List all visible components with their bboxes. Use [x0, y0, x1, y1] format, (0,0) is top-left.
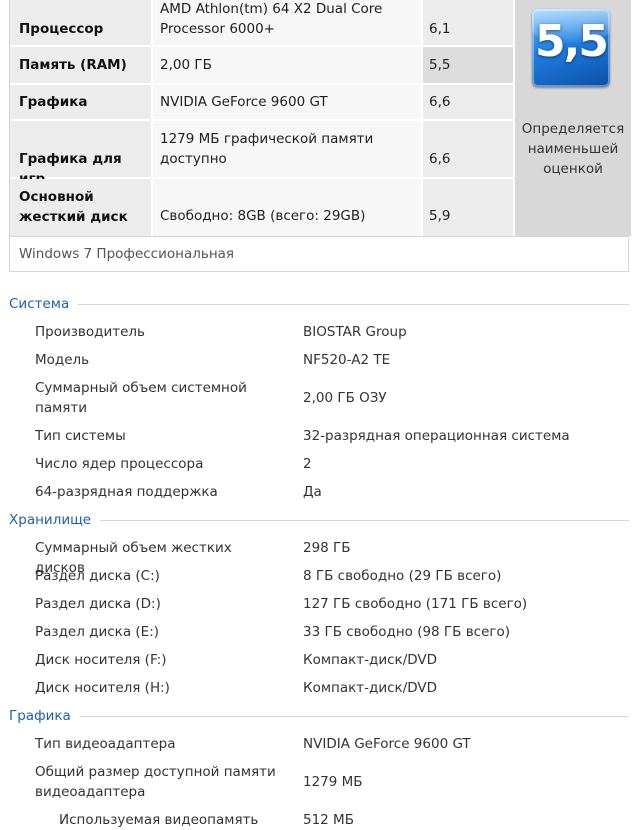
section-divider — [9, 520, 629, 521]
component-details: 2,00 ГБ — [160, 57, 212, 73]
property-value: Компакт-диск/DVD — [303, 652, 438, 668]
rating-row-processor: Процессор AMD Athlon(tm) 64 X2 Dual Core… — [10, 0, 513, 45]
property-value: 33 ГБ свободно (98 ГБ всего) — [303, 624, 511, 640]
rating-cell-details: Свободно: 8GB (всего: 29GB) — [153, 179, 421, 236]
property-label: 64-разрядная поддержка — [35, 484, 218, 500]
rating-row-gaming-graphics: Графика для игр 1279 МБ графической памя… — [10, 121, 513, 187]
property-value: 32-разрядная операционная система — [303, 428, 570, 444]
property-label: Производитель — [35, 324, 146, 340]
rating-cell-score: 5,9 — [423, 179, 513, 236]
property-value: Компакт-диск/DVD — [303, 680, 438, 696]
component-score: 6,6 — [429, 94, 451, 110]
section-divider — [9, 304, 629, 305]
rating-cell-details: NVIDIA GeForce 9600 GT — [153, 85, 421, 119]
rating-cell-details: AMD Athlon(tm) 64 X2 Dual Core Processor… — [153, 0, 421, 45]
component-details: 1279 МБ графической памяти доступно — [160, 131, 374, 167]
performance-rating-table: Процессор AMD Athlon(tm) 64 X2 Dual Core… — [9, 0, 631, 272]
rating-cell-details: 2,00 ГБ — [153, 47, 421, 83]
section-title: Графика — [9, 706, 80, 726]
property-label: Тип видеоадаптера — [35, 736, 176, 752]
rating-cell-score: 5,5 — [423, 47, 513, 83]
component-details: AMD Athlon(tm) 64 X2 Dual Core Processor… — [160, 1, 383, 37]
component-score: 6,1 — [429, 21, 451, 37]
rating-cell-score: 6,6 — [423, 121, 513, 177]
rating-row-primary-disk: Основной жесткий диск Свободно: 8GB (все… — [10, 179, 513, 236]
component-details: NVIDIA GeForce 9600 GT — [160, 94, 328, 110]
component-score: 5,9 — [429, 208, 451, 224]
property-value: 8 ГБ свободно (29 ГБ всего) — [303, 568, 502, 584]
property-value: NF520-A2 TE — [303, 352, 391, 368]
base-score-badge-icon: 5,5 — [532, 9, 610, 87]
property-value: 512 МБ — [303, 812, 354, 828]
rating-cell-score: 6,1 — [423, 0, 513, 45]
property-label: Диск носителя (H:) — [35, 680, 170, 696]
property-value: 298 ГБ — [303, 540, 351, 556]
property-value: 2 — [303, 456, 312, 472]
property-value: 127 ГБ свободно (171 ГБ всего) — [303, 596, 528, 612]
rating-cell-component: Процессор — [10, 0, 151, 45]
rating-cell-component: Память (RAM) — [10, 47, 151, 83]
component-details: Свободно: 8GB (всего: 29GB) — [160, 208, 366, 224]
section-divider — [9, 716, 629, 717]
rating-cell-component: Графика для игр — [10, 121, 151, 187]
section-header-system: Система — [9, 294, 629, 314]
rating-row-graphics: Графика NVIDIA GeForce 9600 GT 6,6 — [10, 85, 513, 119]
rating-cell-details: 1279 МБ графической памяти доступно — [153, 121, 421, 177]
component-label: Графика — [19, 94, 88, 110]
base-score-panel: 5,5 Определяется наименьшей оценкой — [513, 0, 631, 236]
property-value: NVIDIA GeForce 9600 GT — [303, 736, 471, 752]
property-label: Используемая видеопамять — [59, 812, 259, 828]
component-label: Основной жесткий диск — [19, 189, 128, 225]
windows-edition: Windows 7 Профессиональная — [10, 236, 628, 271]
section-title: Хранилище — [9, 510, 101, 530]
base-score-note: Определяется наименьшей оценкой — [521, 121, 625, 177]
base-score-value: 5,5 — [535, 16, 609, 67]
component-score: 5,5 — [429, 57, 451, 73]
property-value: 2,00 ГБ ОЗУ — [303, 390, 387, 406]
property-value: BIOSTAR Group — [303, 324, 407, 340]
component-label: Память (RAM) — [19, 57, 127, 73]
property-value: 1279 МБ — [303, 774, 363, 790]
property-value: Да — [303, 484, 322, 500]
property-label: Суммарный объем системной памяти — [35, 380, 247, 416]
property-label: Число ядер процессора — [35, 456, 204, 472]
property-label: Раздел диска (E:) — [35, 624, 160, 640]
property-label: Модель — [35, 352, 90, 368]
rating-cell-component: Основной жесткий диск — [10, 179, 151, 236]
rating-row-memory: Память (RAM) 2,00 ГБ 5,5 — [10, 47, 513, 83]
section-title: Система — [9, 294, 79, 314]
property-label: Общий размер доступной памяти видеоадапт… — [35, 764, 276, 800]
property-label: Раздел диска (D:) — [35, 596, 161, 612]
section-header-graphics: Графика — [9, 706, 629, 726]
section-header-storage: Хранилище — [9, 510, 629, 530]
component-score: 6,6 — [429, 151, 451, 167]
property-label: Раздел диска (C:) — [35, 568, 160, 584]
property-label: Тип системы — [35, 428, 126, 444]
property-label: Диск носителя (F:) — [35, 652, 167, 668]
component-label: Процессор — [19, 21, 104, 37]
rating-cell-score: 6,6 — [423, 85, 513, 119]
rating-cell-component: Графика — [10, 85, 151, 119]
